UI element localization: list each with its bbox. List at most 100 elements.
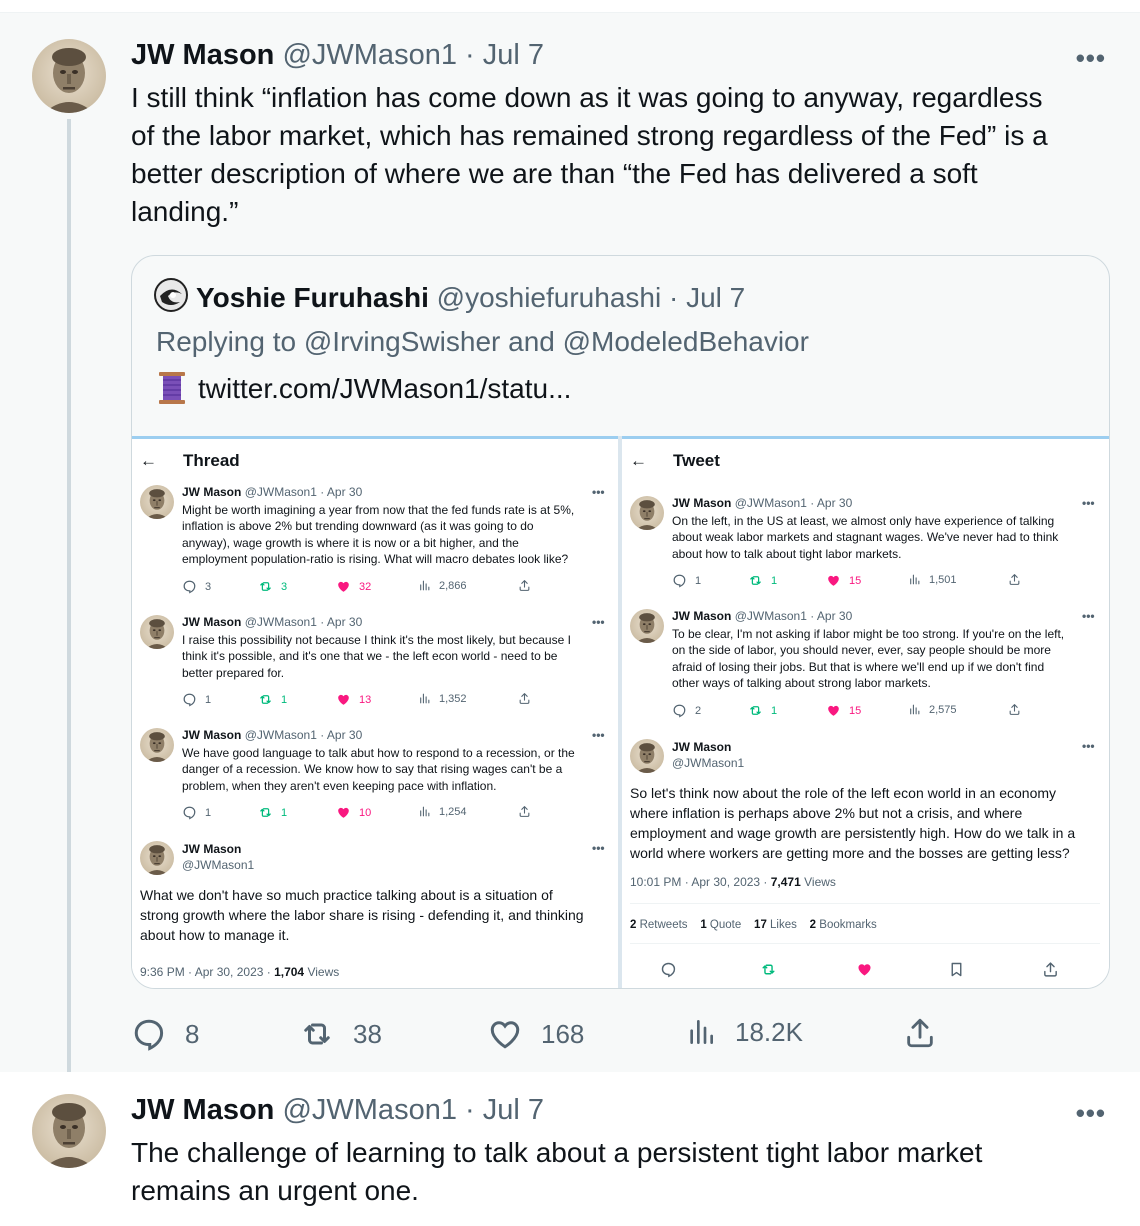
thread-tweet: JW Mason @JWMason1 · Apr 30 ••• We have … [140,728,610,824]
views-label: Views [800,875,836,889]
tweet-text-line: landing.” [131,196,239,227]
heart-icon [487,1016,523,1052]
author-name[interactable]: JW Mason [131,1094,274,1126]
reply-count: 1 [695,574,702,587]
mini-text-line: about how to talk about tight labor mark… [672,546,902,561]
avatar [630,496,664,530]
mini-header: JW Mason @JWMason1 · Apr 30 [182,728,362,742]
views-label: Views [304,965,340,979]
tweet-text: The challenge of learning to talk about … [131,1134,982,1210]
author-handle[interactable]: @JWMason1 [282,39,456,71]
mini-header: JW Mason @JWMason1 [672,739,744,771]
tweet-date[interactable]: Jul 7 [483,1094,544,1126]
retweet-stat: 1 [748,573,777,588]
focused-actions [630,961,1100,981]
views-count: 18.2K [735,1016,803,1047]
share-icon [518,805,531,818]
stat-likes: 17 Likes [754,919,797,931]
reply-icon [182,579,197,594]
reply-stat: 1 [182,805,211,820]
tweet-timestamp: 9:36 PM · Apr 30, 2023 · 1,704 Views [140,965,339,979]
retweet-count: 1 [281,806,288,819]
tweet-reply[interactable]: JW Mason @JWMason1 · Jul 7 ••• The chall… [0,1072,1140,1226]
mini-header: JW Mason @JWMason1 · Apr 30 [672,496,852,510]
tweet-date[interactable]: Jul 7 [483,39,544,71]
share-icon [518,692,531,705]
reply-icon [672,573,687,588]
stat-label: Retweets [636,919,688,931]
retweet-icon [299,1016,335,1052]
reply-count: 1 [205,693,212,706]
more-options-icon[interactable]: ••• [1076,43,1106,74]
views-button[interactable]: 18.2K [685,1016,803,1048]
like-stat: 15 [826,703,861,718]
replying-to-text: Replying to @IrvingSwisher and @ModeledB… [156,326,809,357]
link-text[interactable]: twitter.com/JWMason1/statu... [198,373,571,404]
stat-number: 17 [754,919,767,931]
like-filled-icon [336,805,351,820]
mini-author: JW Mason [672,740,732,754]
retweet-icon [258,692,273,707]
like-filled-icon [826,573,841,588]
separator: · [668,282,679,313]
mini-text-line: Might be worth imagining a year from now… [182,503,575,517]
like-stat: 10 [336,805,371,820]
mini-text-line: anyway), wage growth is where it is now … [182,535,519,550]
tweet-text-line: of the labor market, which has remained … [131,120,1048,151]
like-filled-icon [336,692,351,707]
mini-handle: @JWMason1 [672,756,745,770]
quoted-tweet-date: Jul 7 [686,282,746,313]
retweet-count: 38 [353,1018,382,1049]
tweet-header: JW Mason @JWMason1 · Jul 7 [131,1094,544,1127]
retweet-stat: 1 [258,692,287,707]
tweet-text-line: I still think “inflation has come down a… [131,82,1043,113]
reply-icon [660,961,677,978]
views-stat: 2,866 [418,579,467,592]
author-name[interactable]: JW Mason [131,39,274,71]
retweet-icon [258,805,273,820]
focused-tweet: JW Mason @JWMason1 ••• So let's think no… [630,739,1100,989]
like-count: 10 [359,806,372,819]
retweet-icon [748,703,763,718]
mini-text-line: employment population-ratio is rising. W… [182,551,569,566]
quoted-tweet[interactable]: Yoshie Furuhashi @yoshiefuruhashi · Jul … [131,255,1110,989]
views-icon [418,692,431,705]
reply-button[interactable]: 8 [131,1016,199,1052]
timestamp-text: 10:01 PM · Apr 30, 2023 · [630,875,771,889]
share-button[interactable] [903,1016,937,1050]
quoted-author-handle[interactable]: @yoshiefuruhashi [437,282,662,313]
more-options-icon[interactable]: ••• [1076,1098,1106,1129]
divider [630,943,1100,944]
mini-header: JW Mason @JWMason1 · Apr 30 [182,485,362,499]
timestamp-text: 9:36 PM · Apr 30, 2023 · [140,965,275,979]
retweet-button[interactable]: 38 [299,1016,382,1052]
author-handle[interactable]: @JWMason1 [282,1094,456,1126]
mini-text-line: We have good language to talk abut how t… [182,746,575,760]
avatar [630,739,664,773]
tweet-text: I still think “inflation has come down a… [131,79,1048,231]
focused-text-line: strong growth where the labor share is r… [140,907,584,923]
quoted-author-name[interactable]: Yoshie Furuhashi [196,282,429,313]
tweet-text-line: better description of where we are than … [131,158,978,189]
avatar[interactable] [32,39,106,113]
avatar[interactable] [32,1094,106,1168]
views-icon [908,703,921,716]
stat-quote: 1 Quote [700,919,741,931]
tweet-header: JW Mason @JWMason1 · Jul 7 [131,39,544,72]
tweet-main[interactable]: JW Mason @JWMason1 · Jul 7 ••• I still t… [0,12,1140,1085]
focused-text: So let's think now about the role of the… [630,783,1075,863]
mini-handle: @JWMason1 · Apr 30 [244,485,363,499]
more-options-icon: ••• [1082,496,1095,510]
retweet-count: 3 [281,580,288,593]
share-stat [518,579,531,592]
quoted-tweet-header: Yoshie Furuhashi @yoshiefuruhashi · Jul … [154,278,745,314]
tweet-timestamp: 10:01 PM · Apr 30, 2023 · 7,471 Views [630,875,836,889]
stat-bookmarks: 2 Bookmarks [810,919,877,931]
avatar [140,615,174,649]
mini-text-line: think it's possible, and it's one that w… [182,649,558,664]
like-button[interactable]: 168 [487,1016,584,1052]
mini-text: I raise this possibility not because I t… [182,632,571,681]
thread-tweet: JW Mason @JWMason1 · Apr 30 ••• I raise … [140,615,610,711]
views-stat: 1,501 [908,573,957,586]
mini-handle: @JWMason1 · Apr 30 [734,609,853,623]
